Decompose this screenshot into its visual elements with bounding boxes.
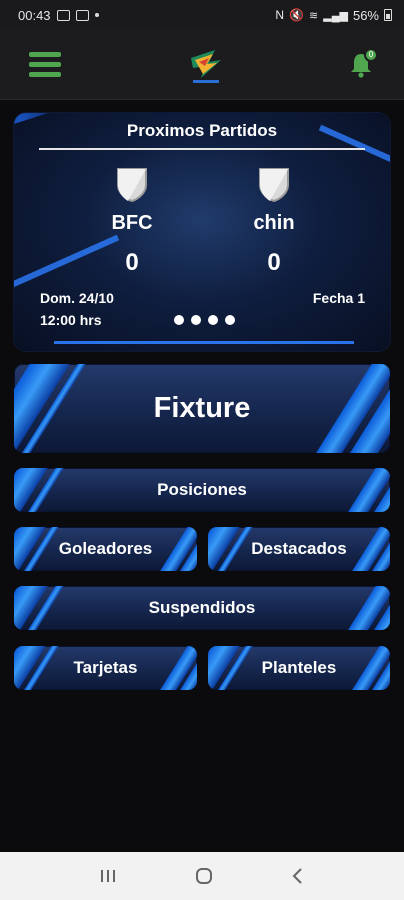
- home-team: BFC 0: [92, 165, 172, 277]
- carousel-dot[interactable]: [225, 315, 235, 325]
- away-shield-icon: [259, 168, 289, 203]
- mute-icon: 🔇: [289, 8, 305, 22]
- suspendidos-label: Suspendidos: [148, 598, 256, 617]
- fixture-button[interactable]: Fixture: [14, 364, 390, 453]
- destacados-label: Destacados: [251, 539, 347, 558]
- wifi-icon: ≋: [309, 9, 319, 22]
- tarjetas-button[interactable]: Tarjetas: [14, 646, 197, 690]
- more-notifications-icon: [94, 13, 99, 17]
- title-divider: [39, 148, 365, 150]
- next-matches-card[interactable]: Proximos Partidos BFC 0 chin 0 Dom. 24/1…: [14, 113, 390, 351]
- system-navigation-bar: [0, 852, 404, 900]
- notifications-button[interactable]: 0: [346, 48, 380, 84]
- posiciones-button[interactable]: Posiciones: [14, 468, 390, 512]
- away-team-name: chin: [253, 212, 295, 234]
- planteles-label: Planteles: [261, 658, 337, 677]
- destacados-button[interactable]: Destacados: [208, 527, 390, 571]
- planteles-button[interactable]: Planteles: [208, 646, 390, 690]
- home-score: 0: [125, 249, 139, 276]
- tarjetas-label: Tarjetas: [73, 658, 138, 677]
- home-team-name: BFC: [111, 212, 153, 234]
- app-bar: 0: [0, 30, 404, 100]
- goleadores-button[interactable]: Goleadores: [14, 527, 197, 571]
- gallery-icon: [56, 9, 70, 21]
- app-logo: [191, 50, 221, 83]
- away-score: 0: [267, 249, 281, 276]
- signal-icon: ▂▄▆: [323, 9, 348, 22]
- notifications-badge: 0: [364, 48, 378, 62]
- carousel-dot[interactable]: [191, 315, 201, 325]
- fixture-label: Fixture: [153, 392, 251, 424]
- home-icon[interactable]: [194, 866, 214, 886]
- battery-icon: [384, 9, 392, 21]
- card-title: Proximos Partidos: [126, 121, 278, 140]
- back-icon[interactable]: [290, 867, 306, 885]
- carousel-dot[interactable]: [174, 315, 184, 325]
- away-team: chin 0: [234, 165, 314, 277]
- match-round: Fecha 1: [312, 290, 365, 306]
- app-notification-icon: [75, 9, 89, 21]
- nfc-icon: N: [275, 8, 285, 22]
- battery-percent: 56%: [352, 7, 379, 23]
- carousel-indicator[interactable]: [174, 315, 235, 325]
- match-date: Dom. 24/10: [40, 290, 114, 306]
- status-bar: 00:43 N 🔇 ≋ ▂▄▆ 56%: [0, 0, 404, 30]
- recent-apps-icon[interactable]: [98, 868, 118, 884]
- goleadores-label: Goleadores: [58, 539, 153, 558]
- suspendidos-button[interactable]: Suspendidos: [14, 586, 390, 630]
- home-shield-icon: [117, 168, 147, 203]
- carousel-dot[interactable]: [208, 315, 218, 325]
- match-time: 12:00 hrs: [40, 312, 102, 328]
- posiciones-label: Posiciones: [157, 480, 247, 499]
- menu-icon[interactable]: [29, 52, 61, 78]
- status-time: 00:43: [18, 7, 51, 23]
